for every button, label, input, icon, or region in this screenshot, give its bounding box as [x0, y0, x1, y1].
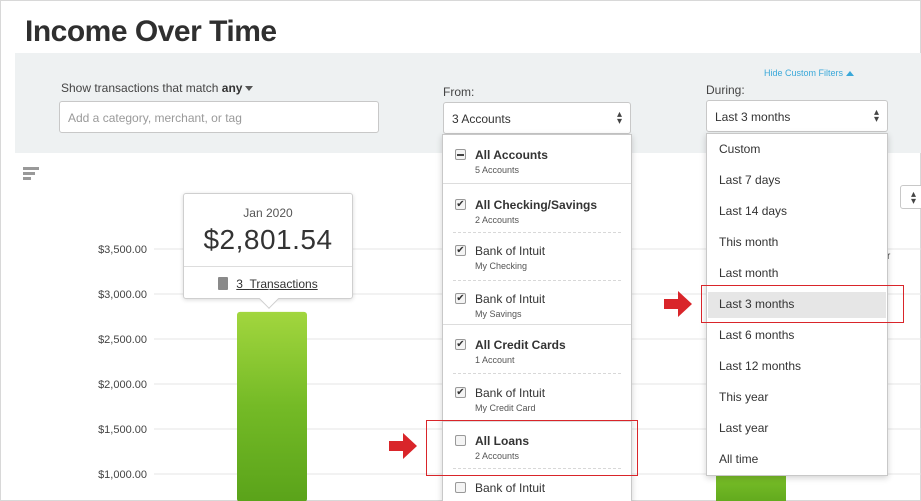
document-icon: [218, 277, 229, 290]
tooltip-date: Jan 2020: [243, 206, 293, 220]
updown-arrows-icon: ▴ ▾: [873, 107, 879, 125]
dropdown-separator: [453, 373, 621, 374]
account-name: All Checking/Savings: [475, 198, 598, 212]
hide-filters-text: Hide Custom Filters: [764, 68, 844, 78]
y-tick-label: $1,000.00: [98, 469, 147, 481]
y-tick-label: $3,000.00: [98, 289, 147, 301]
account-option[interactable]: ✔ Bank of Intuit My Credit Card: [443, 381, 631, 421]
account-option[interactable]: ✔ Bank of Intuit My Checking: [443, 239, 631, 279]
during-option[interactable]: Last 14 days: [719, 204, 787, 218]
account-name: Bank of Intuit: [475, 386, 546, 400]
annotation-box-all-loans: [426, 420, 638, 476]
checkbox-partial[interactable]: [455, 149, 466, 160]
page-title: Income Over Time: [25, 15, 277, 48]
dropdown-separator: [443, 324, 631, 325]
checkbox-checked[interactable]: ✔: [455, 293, 466, 304]
account-name: Bank of Intuit: [475, 292, 546, 306]
hide-custom-filters-link[interactable]: Hide Custom Filters: [764, 68, 855, 78]
search-input[interactable]: Add a category, merchant, or tag: [59, 101, 379, 133]
during-label: During:: [706, 83, 745, 97]
caret-up-icon: [846, 71, 855, 77]
during-select[interactable]: Last 3 months ▴ ▾: [706, 100, 888, 132]
during-option[interactable]: Last 12 months: [719, 359, 801, 373]
checkbox-checked[interactable]: ✔: [455, 339, 466, 350]
checkbox-checked[interactable]: ✔: [455, 199, 466, 210]
tooltip-transactions[interactable]: 3 Transactions: [184, 267, 352, 291]
account-option[interactable]: ✔ Bank of Intuit My Savings: [443, 287, 631, 327]
during-option[interactable]: Last month: [719, 266, 778, 280]
transactions-count: 3: [236, 277, 243, 291]
account-option[interactable]: ✔ All Checking/Savings 2 Accounts: [443, 193, 631, 233]
annotation-arrow-icon: [389, 433, 417, 459]
bar-tooltip: Jan 2020 $2,801.54 3 Transactions: [183, 193, 353, 309]
tooltip-amount: $2,801.54: [203, 224, 333, 255]
account-option[interactable]: Bank of Intuit: [443, 476, 631, 501]
match-label-text: Show transactions that match: [61, 81, 219, 95]
y-tick-label: $2,000.00: [98, 379, 147, 391]
match-mode-dropdown[interactable]: any: [222, 81, 243, 95]
income-bar[interactable]: [237, 311, 307, 501]
dropdown-separator: [453, 280, 621, 281]
from-select-value: 3 Accounts: [452, 112, 511, 126]
account-name: All Accounts: [475, 148, 548, 162]
dropdown-separator: [443, 183, 631, 184]
account-option[interactable]: ✔ All Credit Cards 1 Account: [443, 333, 631, 373]
account-subtitle: My Checking: [475, 261, 528, 271]
transactions-label: Transactions: [249, 277, 318, 291]
transactions-link[interactable]: 3 Transactions: [236, 277, 317, 291]
account-option[interactable]: All Accounts 5 Accounts: [443, 143, 631, 183]
checkbox-checked[interactable]: ✔: [455, 387, 466, 398]
during-option[interactable]: Last year: [719, 421, 768, 435]
from-select[interactable]: 3 Accounts ▴ ▾: [443, 102, 631, 134]
account-subtitle: 5 Accounts: [475, 165, 520, 175]
checkbox-unchecked[interactable]: [455, 482, 466, 493]
during-select-value: Last 3 months: [715, 110, 791, 124]
account-subtitle: 2 Accounts: [475, 215, 520, 225]
during-option[interactable]: Custom: [719, 142, 760, 156]
annotation-arrow-icon: [664, 291, 692, 317]
chevron-down-icon[interactable]: [245, 86, 254, 92]
account-name: All Credit Cards: [475, 338, 566, 352]
account-subtitle: My Credit Card: [475, 403, 536, 413]
account-name: Bank of Intuit: [475, 481, 546, 495]
during-option[interactable]: Last 6 months: [719, 328, 794, 342]
during-option[interactable]: This year: [719, 390, 768, 404]
search-input-placeholder: Add a category, merchant, or tag: [68, 111, 242, 125]
during-option[interactable]: This month: [719, 235, 778, 249]
checkbox-checked[interactable]: ✔: [455, 245, 466, 256]
dropdown-separator: [453, 232, 621, 233]
account-subtitle: 1 Account: [475, 355, 515, 365]
account-subtitle: My Savings: [475, 309, 522, 319]
annotation-box-last-3-months: [701, 285, 904, 323]
updown-arrows-icon: ▴ ▾: [616, 109, 622, 127]
match-filter-label: Show transactions that match any: [61, 81, 254, 95]
y-tick-label: $3,500.00: [98, 244, 147, 256]
during-option[interactable]: Last 7 days: [719, 173, 780, 187]
account-name: Bank of Intuit: [475, 244, 546, 258]
from-label: From:: [443, 85, 475, 99]
y-tick-label: $2,500.00: [98, 334, 147, 346]
y-tick-label: $1,500.00: [98, 424, 147, 436]
during-option[interactable]: All time: [719, 452, 758, 466]
